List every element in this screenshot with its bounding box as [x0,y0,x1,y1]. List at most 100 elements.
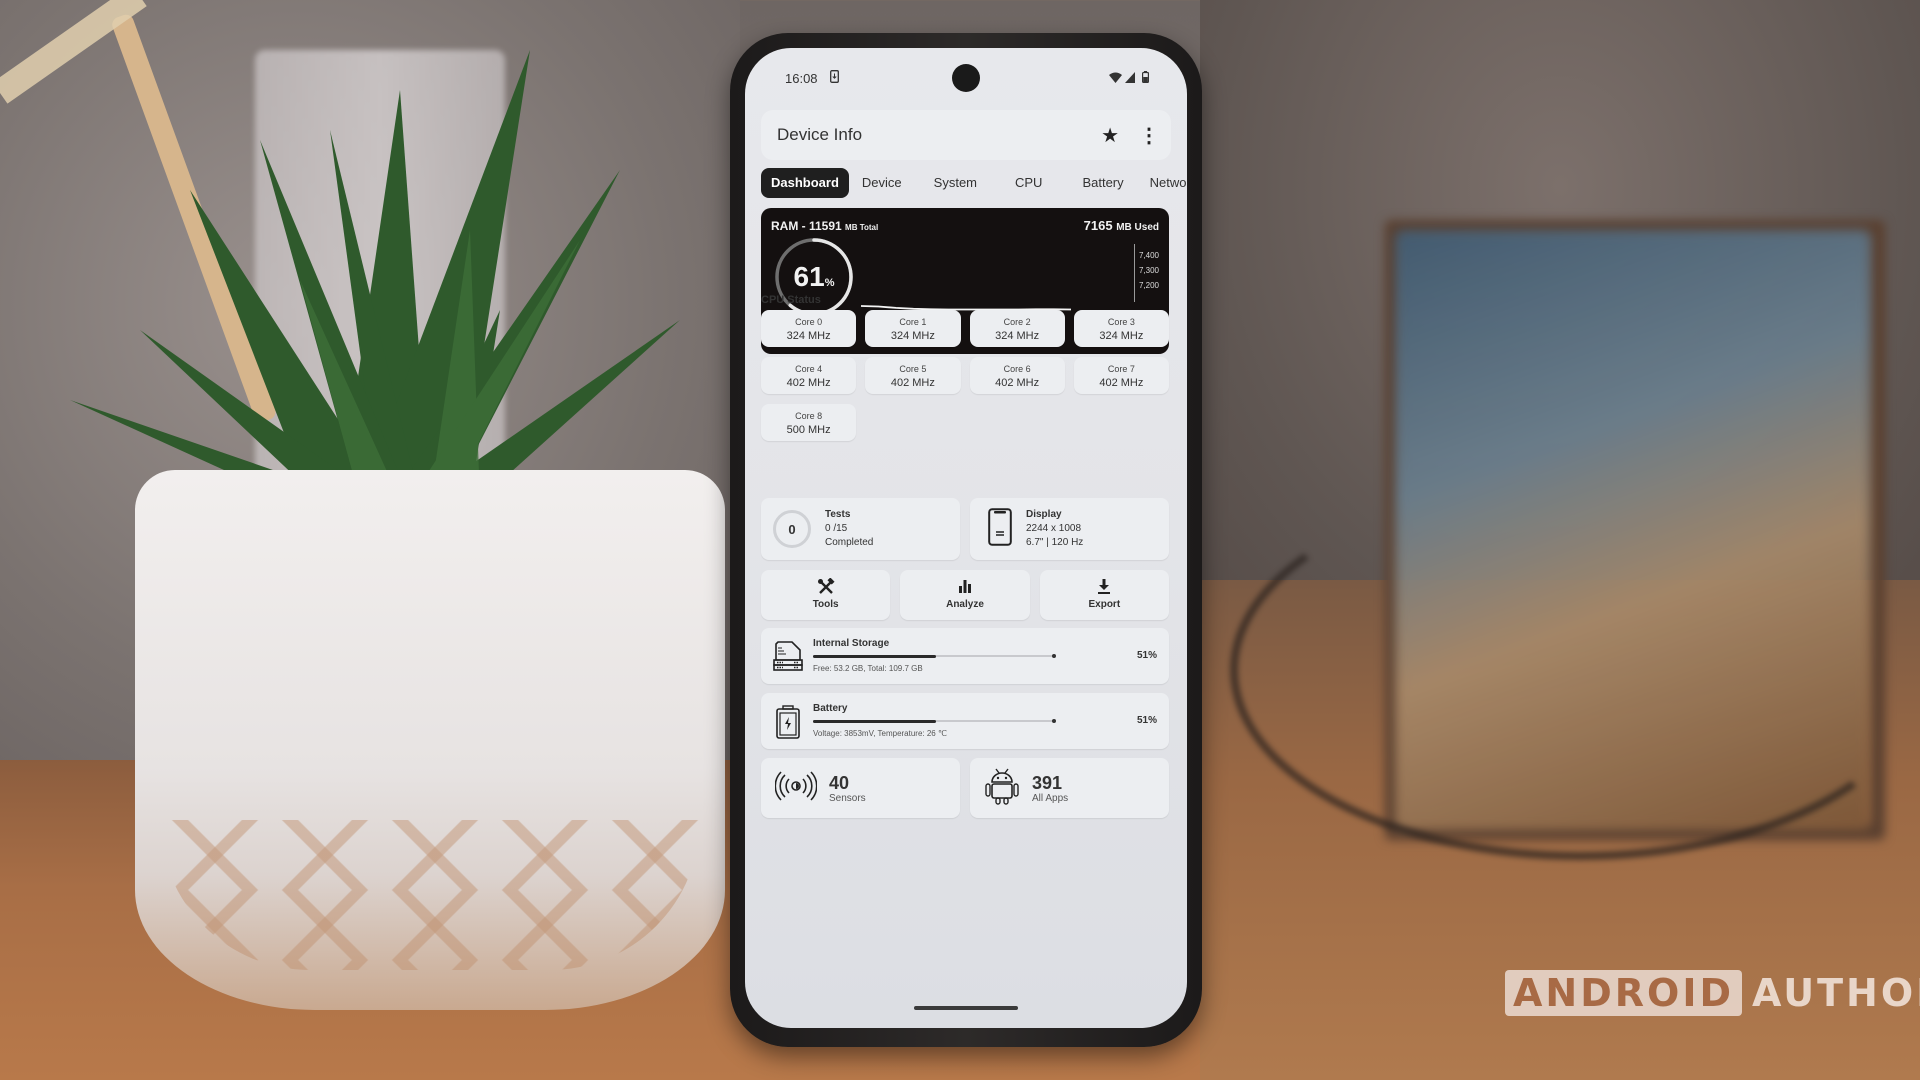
tools-label: Tools [812,599,839,610]
core-frequency: 324 MHz [786,330,831,342]
cpu-core-grid: Core 0 324 MHz Core 1 324 MHz Core 2 324 MH… [761,310,1169,441]
analyze-button[interactable]: Analyze [900,570,1030,620]
ram-used-unit: MB Used [1116,222,1159,233]
storage-drive-icon [773,640,803,677]
tests-title: Tests [825,509,851,520]
sensors-label: Sensors [829,792,866,804]
cpu-core-tile[interactable]: Core 2 324 MHz [969,310,1065,347]
tab-network[interactable]: Networ [1137,168,1187,198]
tab-device[interactable]: Device [849,168,915,198]
phone-screen: 16:08 Device Info ★ ⋮ Dashboard Device S… [745,48,1187,1028]
ram-axis-ticks: 7,400 7,300 7,200 [1139,248,1159,293]
sensors-icon [774,768,818,809]
core-name: Core 4 [795,364,823,374]
tools-icon [761,578,890,596]
battery-detail: Voltage: 3853mV, Temperature: 26 ℃ [813,729,947,738]
cpu-core-tile[interactable]: Core 0 324 MHz [761,310,857,347]
status-time: 16:08 [785,70,818,86]
all-apps-card[interactable]: 391 All Apps [970,758,1169,818]
display-title: Display [1026,509,1062,520]
storage-detail: Free: 53.2 GB, Total: 109.7 GB [813,664,923,673]
android-icon [984,766,1020,811]
ram-used: 7165 MB Used [1084,218,1159,233]
core-frequency: 500 MHz [786,424,831,436]
export-icon [1040,578,1169,596]
core-frequency: 324 MHz [1099,330,1144,342]
sensors-count: 40 [829,772,850,793]
sensors-card[interactable]: 40 Sensors [761,758,960,818]
display-spec: 6.7" | 120 Hz [1026,537,1084,548]
tab-dashboard[interactable]: Dashboard [761,168,849,198]
cpu-core-tile[interactable]: Core 6 402 MHz [969,357,1065,394]
cpu-core-tile[interactable]: Core 1 324 MHz [865,310,961,347]
export-button[interactable]: Export [1039,570,1169,620]
ram-total-value: RAM - 11591 [771,219,842,233]
battery-card[interactable]: Battery Voltage: 3853mV, Temperature: 26… [761,693,1169,749]
tests-display-row: 0 Tests 0 /15 Completed Display 2244 x 1… [761,498,1169,560]
display-card[interactable]: Display 2244 x 1008 6.7" | 120 Hz [970,498,1169,560]
storage-progress-fill [813,654,936,658]
battery-icon [1142,70,1150,86]
analyze-label: Analyze [946,599,984,610]
core-name: Core 6 [1003,364,1031,374]
tab-battery[interactable]: Battery [1069,168,1136,198]
cpu-core-tile[interactable]: Core 5 402 MHz [865,357,961,394]
ram-percent-value: 61 [793,261,825,292]
tab-bar: Dashboard Device System CPU Battery Netw… [761,168,1187,198]
ram-history-line [861,305,1071,311]
succulent-plant [70,50,680,500]
display-resolution: 2244 x 1008 [1026,523,1082,534]
battery-progress-fill [813,719,936,723]
core-frequency: 402 MHz [995,377,1040,389]
core-frequency: 402 MHz [786,377,831,389]
stats-row: 40 Sensors 391 All Apps [761,758,1169,818]
core-name: Core 8 [795,411,823,421]
battery-progress-track [813,719,1056,723]
storage-progress-end-dot [1052,654,1056,658]
export-label: Export [1088,599,1121,610]
core-frequency: 324 MHz [890,330,935,342]
ram-axis-tick: 7,400 [1138,251,1159,260]
tab-system[interactable]: System [921,168,990,198]
tests-card[interactable]: 0 Tests 0 /15 Completed [761,498,960,560]
home-indicator[interactable] [914,1006,1018,1010]
battery-title: Battery [813,703,848,714]
watermark-authority: AUTHORITY [1752,971,1920,1015]
core-name: Core 3 [1107,317,1135,327]
internal-storage-card[interactable]: Internal Storage Free: 53.2 GB, Total: 1… [761,628,1169,684]
tests-status: Completed [825,537,874,548]
core-frequency: 324 MHz [995,330,1040,342]
cpu-core-tile[interactable]: Core 7 402 MHz [1073,357,1169,394]
tools-button[interactable]: Tools [761,570,891,620]
core-name: Core 2 [1003,317,1031,327]
app-bar: Device Info ★ ⋮ [761,110,1171,160]
action-row: Tools Analyze Export [761,570,1169,620]
star-icon[interactable]: ★ [1101,123,1119,148]
apps-count: 391 [1032,772,1063,793]
tab-cpu[interactable]: CPU [1002,168,1055,198]
core-frequency: 402 MHz [890,377,935,389]
cpu-core-tile[interactable]: Core 3 324 MHz [1073,310,1169,347]
core-name: Core 7 [1107,364,1135,374]
status-bar: 16:08 [785,68,1150,88]
core-name: Core 1 [899,317,927,327]
core-name: Core 5 [899,364,927,374]
tests-progress: 0 /15 [825,523,848,534]
ram-graph-axis [1134,244,1135,302]
ram-total: RAM - 11591 MB Total [771,219,878,233]
ram-used-value: 7165 [1083,218,1113,233]
cpu-core-tile[interactable]: Core 4 402 MHz [761,357,857,394]
battery-charging-icon [773,705,803,744]
apps-label: All Apps [1032,792,1069,804]
app-title: Device Info [777,125,863,144]
storage-progress-track [813,654,1056,658]
ram-axis-tick: 7,200 [1138,281,1159,290]
watermark-android: ANDROID [1505,970,1743,1016]
cpu-core-tile[interactable]: Core 8 500 MHz [761,404,857,441]
download-notification-icon [829,70,839,86]
more-vert-icon[interactable]: ⋮ [1139,123,1159,148]
cpu-status-label: CPU Status [761,294,821,306]
cable [1230,480,1920,860]
battery-percent: 51% [1136,715,1157,726]
ram-history-graph [861,305,1071,311]
